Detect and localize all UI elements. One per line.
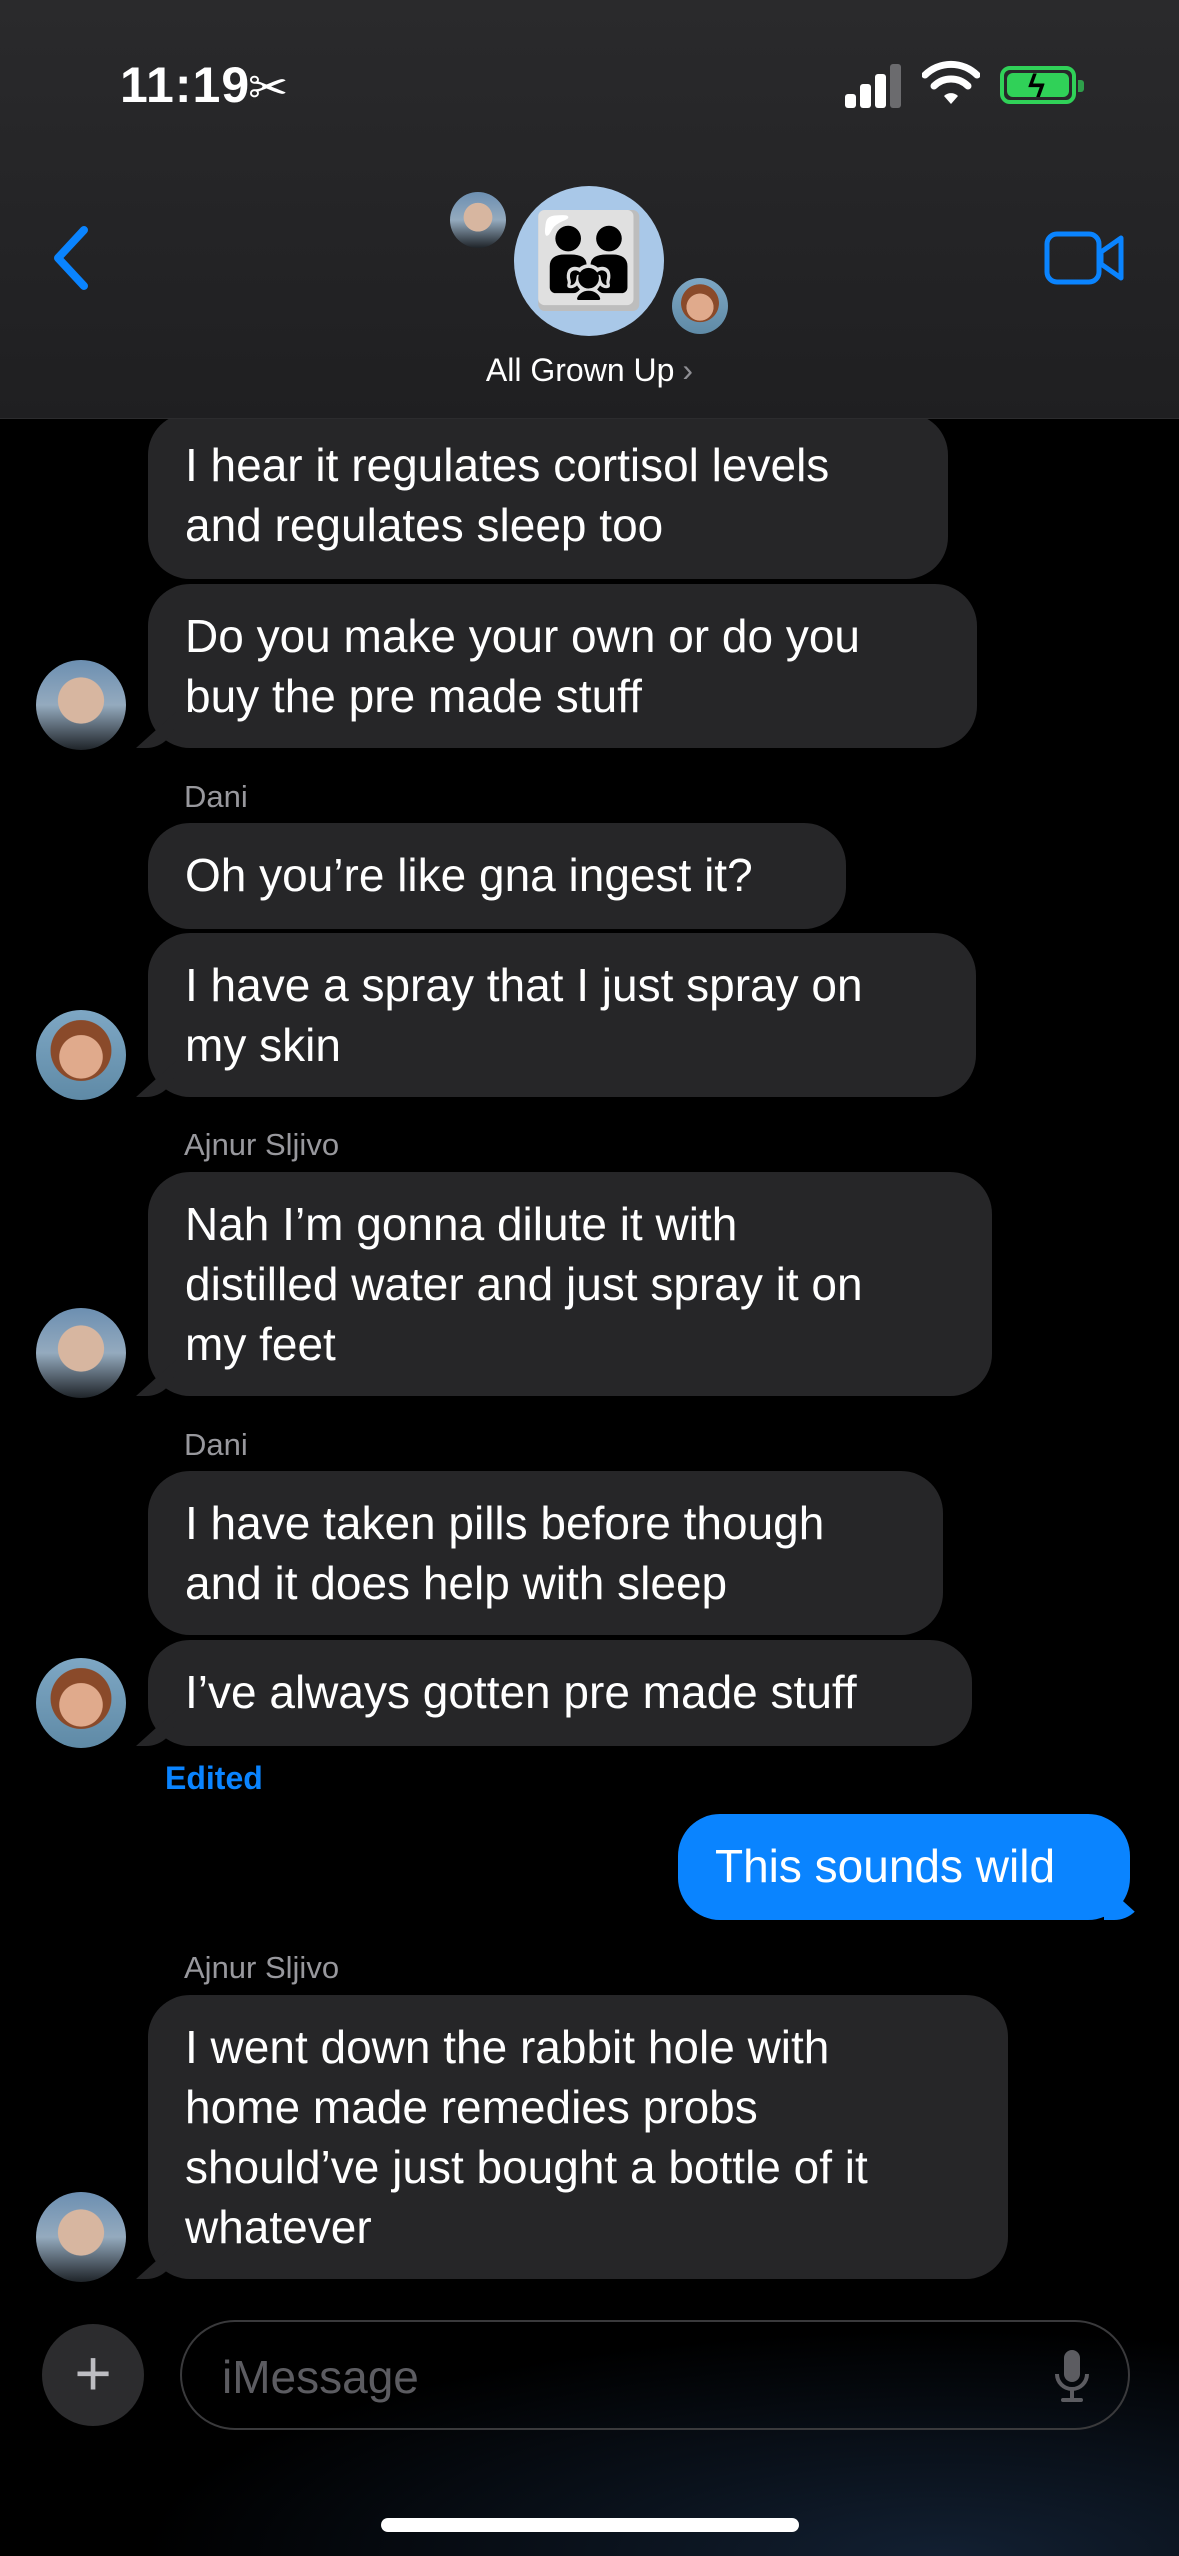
edited-label[interactable]: Edited	[165, 1760, 263, 1797]
imessage-input[interactable]: iMessage	[180, 2320, 1130, 2430]
message-line: my skin	[185, 1019, 341, 1071]
message-line: I have taken pills before though	[185, 1497, 825, 1549]
group-name: All Grown Up	[485, 352, 675, 388]
plus-button[interactable]: +	[42, 2324, 144, 2426]
participant-avatar-dani	[672, 278, 728, 334]
participant-avatar-ajnur	[450, 192, 506, 248]
message-bubble[interactable]: I’ve always gotten pre made stuff	[148, 1640, 972, 1746]
avatar-ajnur[interactable]	[36, 660, 126, 750]
group-avatar-emoji: 👨‍👨‍👧	[531, 209, 647, 312]
message-line: Oh you’re like gna ingest it?	[185, 849, 753, 901]
wifi-icon	[922, 60, 980, 104]
sender-name: Dani	[184, 779, 248, 814]
conversation-header: 11:19 ✂ ϟ 👨‍👨‍👧 All Grown Up ›	[0, 0, 1179, 419]
message-line: distilled water and just spray it on	[185, 1258, 863, 1310]
message-line: Nah I’m gonna dilute it with	[185, 1198, 738, 1250]
cellular-signal-icon	[845, 62, 903, 108]
message-line: I have a spray that I just spray on	[185, 959, 863, 1011]
imessage-placeholder: iMessage	[222, 2351, 419, 2403]
message-bubble[interactable]: Do you make your own or do you buy the pr…	[148, 584, 977, 748]
message-bubble[interactable]: Nah I’m gonna dilute it with distilled wa…	[148, 1172, 992, 1396]
message-line: whatever	[185, 2201, 372, 2253]
scissors-icon: ✂	[248, 62, 289, 115]
message-line: This sounds wild	[715, 1840, 1056, 1892]
microphone-icon[interactable]	[1052, 2348, 1092, 2404]
message-line: I hear it regulates cortisol levels	[185, 439, 830, 491]
message-line: and it does help with sleep	[185, 1557, 728, 1609]
message-line: I went down the rabbit hole with	[185, 2021, 830, 2073]
message-line: I’ve always gotten pre made stuff	[185, 1666, 857, 1718]
message-line: my feet	[185, 1318, 336, 1370]
avatar-ajnur[interactable]	[36, 2192, 126, 2282]
sender-name: Dani	[184, 1427, 248, 1462]
home-indicator[interactable]	[381, 2518, 799, 2532]
message-line: should’ve just bought a bottle of it	[185, 2141, 868, 2193]
message-bubble[interactable]: I hear it regulates cortisol levels and r…	[148, 413, 948, 579]
status-time: 11:19	[120, 57, 251, 113]
back-chevron-icon[interactable]	[44, 218, 104, 298]
avatar-dani[interactable]	[36, 1010, 126, 1100]
message-bubble[interactable]: I went down the rabbit hole with home mad…	[148, 1995, 1008, 2279]
message-bubble[interactable]: I have taken pills before though and it d…	[148, 1471, 943, 1635]
message-line: and regulates sleep too	[185, 499, 664, 551]
sent-message-bubble[interactable]: This sounds wild	[678, 1814, 1130, 1920]
chevron-right-icon: ›	[682, 352, 694, 388]
avatar-ajnur[interactable]	[36, 1308, 126, 1398]
sender-name: Ajnur Sljivo	[184, 1950, 340, 1985]
group-avatar[interactable]: 👨‍👨‍👧	[514, 186, 664, 336]
message-line: home made remedies probs	[185, 2081, 758, 2133]
avatar-dani[interactable]	[36, 1658, 126, 1748]
plus-icon: +	[74, 2337, 112, 2409]
message-bubble[interactable]: Oh you’re like gna ingest it?	[148, 823, 846, 929]
battery-icon: ϟ	[1000, 66, 1084, 104]
message-bubble[interactable]: I have a spray that I just spray on my sk…	[148, 933, 976, 1097]
message-line: Do you make your own or do you	[185, 610, 861, 662]
group-name-button[interactable]: All Grown Up ›	[0, 352, 1179, 389]
message-line: buy the pre made stuff	[185, 670, 642, 722]
video-call-icon[interactable]	[1044, 228, 1126, 288]
sender-name: Ajnur Sljivo	[184, 1127, 340, 1162]
